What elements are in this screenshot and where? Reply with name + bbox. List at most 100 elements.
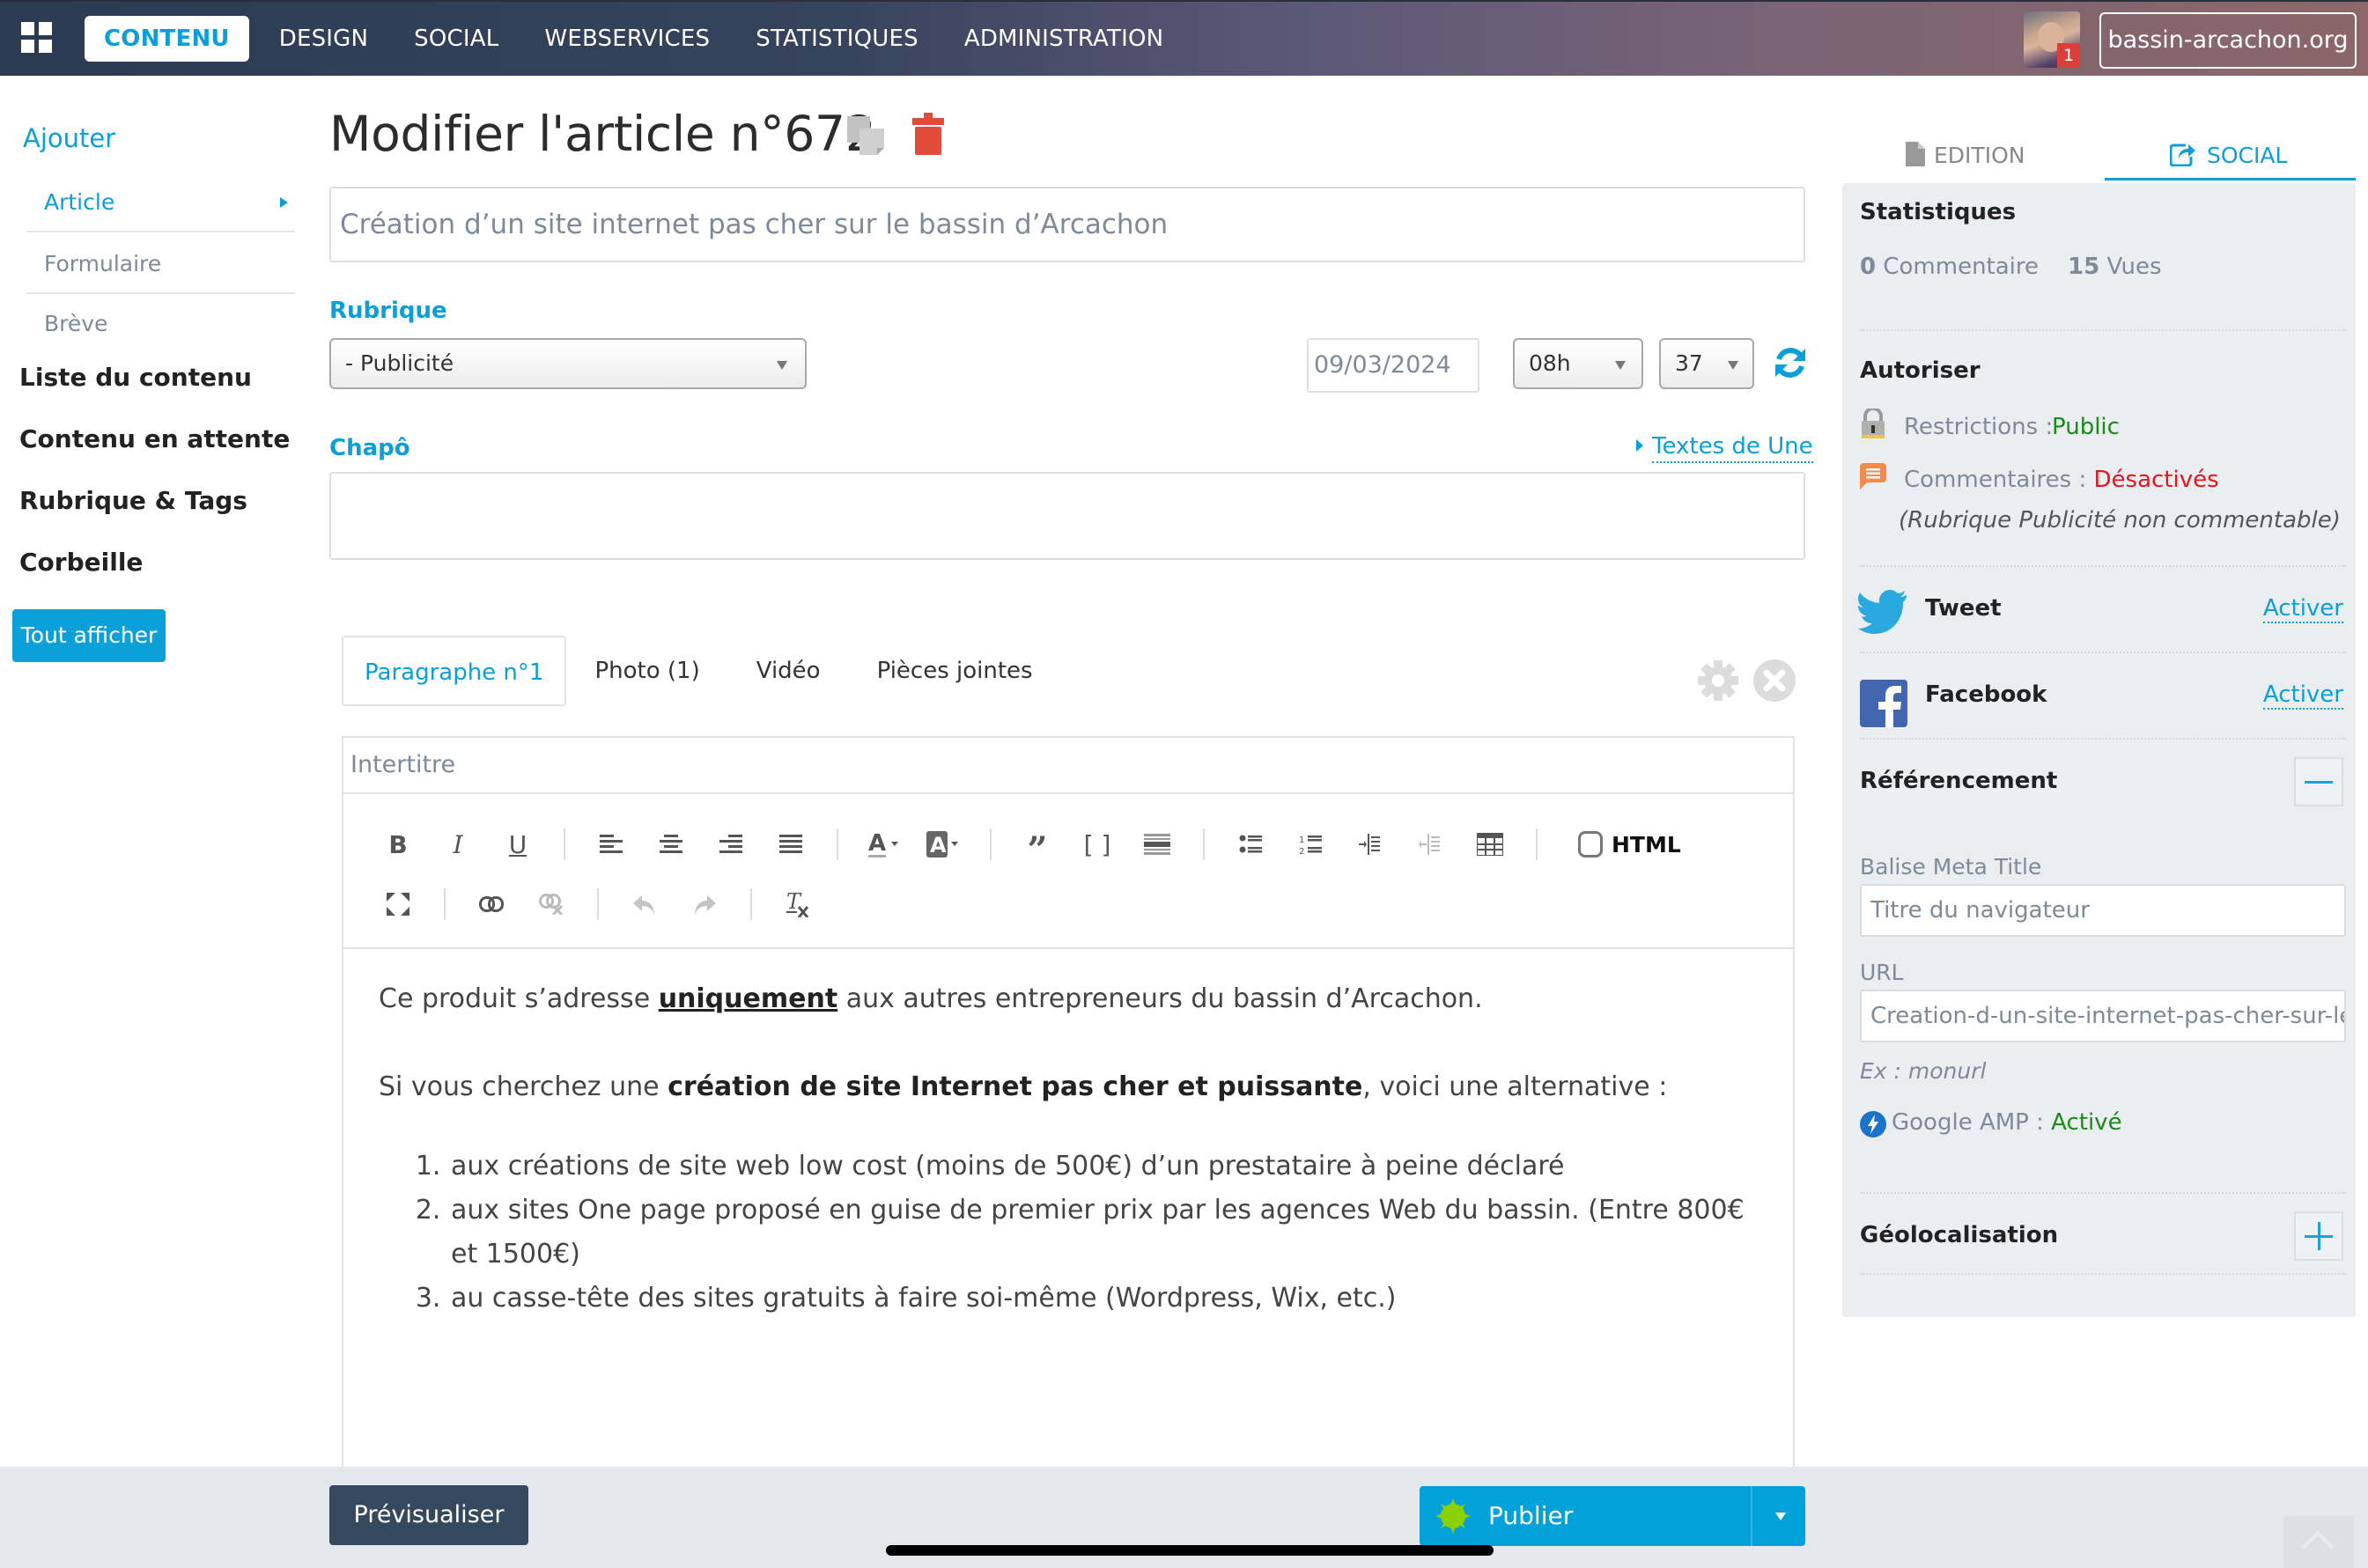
align-center-icon[interactable] [641,822,701,866]
date-input[interactable]: 09/03/2024 [1307,338,1479,393]
tab-edition[interactable]: EDITION [1906,130,2025,181]
restrictions-label: Restrictions : [1904,414,2054,440]
scroll-to-top-button[interactable] [2283,1516,2354,1568]
underline-icon[interactable]: U [488,822,548,866]
caret-right-icon [1636,439,1643,452]
blockquote-icon[interactable]: ” [1007,822,1067,871]
editor-content[interactable]: Ce produit s’adresse uniquement aux autr… [343,949,1793,1349]
geolocalisation-heading: Géolocalisation [1860,1222,2059,1248]
commentaires-note: (Rubrique Publicité non commentable) [1899,507,2341,534]
align-left-icon[interactable] [581,822,641,866]
svg-text:A: A [930,833,947,858]
facebook-activate-link[interactable]: Activer [2262,681,2343,710]
trash-icon[interactable] [912,113,944,155]
clear-formatting-icon[interactable]: T [768,882,828,926]
sidebar-item-breve[interactable]: Brève [26,294,295,354]
user-avatar[interactable]: 1 [2024,11,2080,68]
caret-right-icon [280,197,288,208]
content-paragraph-2: Si vous cherchez une création de site In… [379,1065,1758,1109]
collapse-referencement-button[interactable] [2294,757,2343,806]
numbered-list-icon[interactable]: 12 [1280,822,1340,866]
show-all-button[interactable]: Tout afficher [12,609,166,662]
tab-photo[interactable]: Photo (1) [566,636,727,706]
gear-icon[interactable] [1696,659,1740,703]
html-toggle[interactable]: HTML [1578,831,1681,858]
chevron-down-icon [777,361,787,370]
sidebar-item-formulaire[interactable]: Formulaire [26,234,295,294]
align-right-icon[interactable] [701,822,761,866]
bold-text: création de site Internet pas cher et pu… [668,1071,1363,1102]
nav-social[interactable]: SOCIAL [391,16,521,62]
site-link-button[interactable]: bassin-arcachon.org [2099,12,2357,69]
page-title: Modifier l'article n°672 [329,106,876,162]
text-color-icon[interactable]: A [854,822,914,866]
table-icon[interactable] [1460,822,1520,866]
duplicate-icon[interactable] [847,116,884,155]
link-icon[interactable] [461,882,521,926]
tab-social[interactable]: SOCIAL [2169,130,2287,181]
expand-geolocalisation-button[interactable] [2294,1211,2343,1261]
url-input[interactable]: Creation-d-un-site-internet-pas-cher-sur… [1860,990,2346,1042]
unlink-icon[interactable] [521,882,581,926]
indent-icon[interactable] [1340,822,1400,866]
close-circle-icon[interactable] [1752,659,1796,703]
restrictions-value[interactable]: Public [2052,414,2120,440]
nav-webservices[interactable]: WEBSERVICES [521,16,733,62]
sidebar-heading-ajouter[interactable]: Ajouter [23,123,115,153]
italic-icon[interactable]: I [428,822,488,866]
url-label: URL [1860,960,1904,985]
align-justify-icon[interactable] [761,822,821,866]
list-item: au casse-tête des sites gratuits à faire… [449,1277,1758,1321]
chevron-down-icon [1615,361,1626,370]
sidebar-item-liste-contenu[interactable]: Liste du contenu [19,363,252,392]
publish-dropdown-icon[interactable] [1775,1513,1786,1520]
svg-text:T: T [786,891,802,914]
nav-contenu[interactable]: CONTENU [85,16,249,62]
sidebar-item-contenu-attente[interactable]: Contenu en attente [19,424,290,453]
commentaires-value: Désactivés [2093,467,2219,493]
html-checkbox[interactable] [1578,831,1603,858]
brackets-icon[interactable]: [ ] [1067,822,1127,866]
content-ordered-list: aux créations de site web low cost (moin… [379,1145,1758,1321]
rubrique-label: Rubrique [329,298,447,324]
outdent-icon[interactable] [1400,822,1460,866]
background-color-icon[interactable]: A [914,822,974,866]
sidebar-item-corbeille[interactable]: Corbeille [19,548,143,577]
tab-video[interactable]: Vidéo [728,636,849,706]
toolbar-separator [750,888,752,920]
publish-button[interactable]: Publier [1420,1486,1805,1546]
nav-administration[interactable]: ADMINISTRATION [941,16,1186,62]
hour-select[interactable]: 08h [1513,338,1643,389]
nav-design[interactable]: DESIGN [256,16,391,62]
intertitre-input[interactable]: Intertitre [343,738,1793,794]
toolbar-separator [597,888,599,920]
tweet-activate-link[interactable]: Activer [2262,595,2343,623]
minus-icon [2305,781,2333,784]
meta-title-input[interactable]: Titre du navigateur [1860,884,2346,937]
article-title-input[interactable]: Création d’un site internet pas cher sur… [329,187,1805,262]
hour-value: 08h [1529,350,1571,376]
textes-de-une-link[interactable]: Textes de Une [1636,433,1813,463]
preview-button[interactable]: Prévisualiser [329,1485,528,1545]
apps-grid-icon[interactable] [21,22,53,54]
sidebar-item-rubrique-tags[interactable]: Rubrique & Tags [19,486,247,515]
tab-pieces-jointes[interactable]: Pièces jointes [849,636,1061,706]
bullet-list-icon[interactable] [1221,822,1280,866]
divider [1860,651,2346,653]
amp-label: Google AMP : [1892,1109,2044,1136]
bold-underlined-text: uniquement [658,983,838,1014]
chapo-label: Chapô [329,435,410,461]
divider [1860,1192,2346,1194]
undo-icon[interactable] [615,882,675,926]
sidebar-item-article[interactable]: Article [26,173,295,232]
nav-statistiques[interactable]: STATISTIQUES [733,16,941,62]
chapo-textarea[interactable] [329,472,1805,560]
minute-select[interactable]: 37 [1659,338,1754,389]
redo-icon[interactable] [675,882,734,926]
rubrique-select[interactable]: - Publicité [329,338,807,389]
tab-paragraphe[interactable]: Paragraphe n°1 [342,636,567,706]
horizontal-rule-icon[interactable] [1127,822,1187,866]
refresh-icon[interactable] [1774,345,1807,380]
fullscreen-icon[interactable] [368,882,428,926]
bold-icon[interactable]: B [368,822,428,866]
